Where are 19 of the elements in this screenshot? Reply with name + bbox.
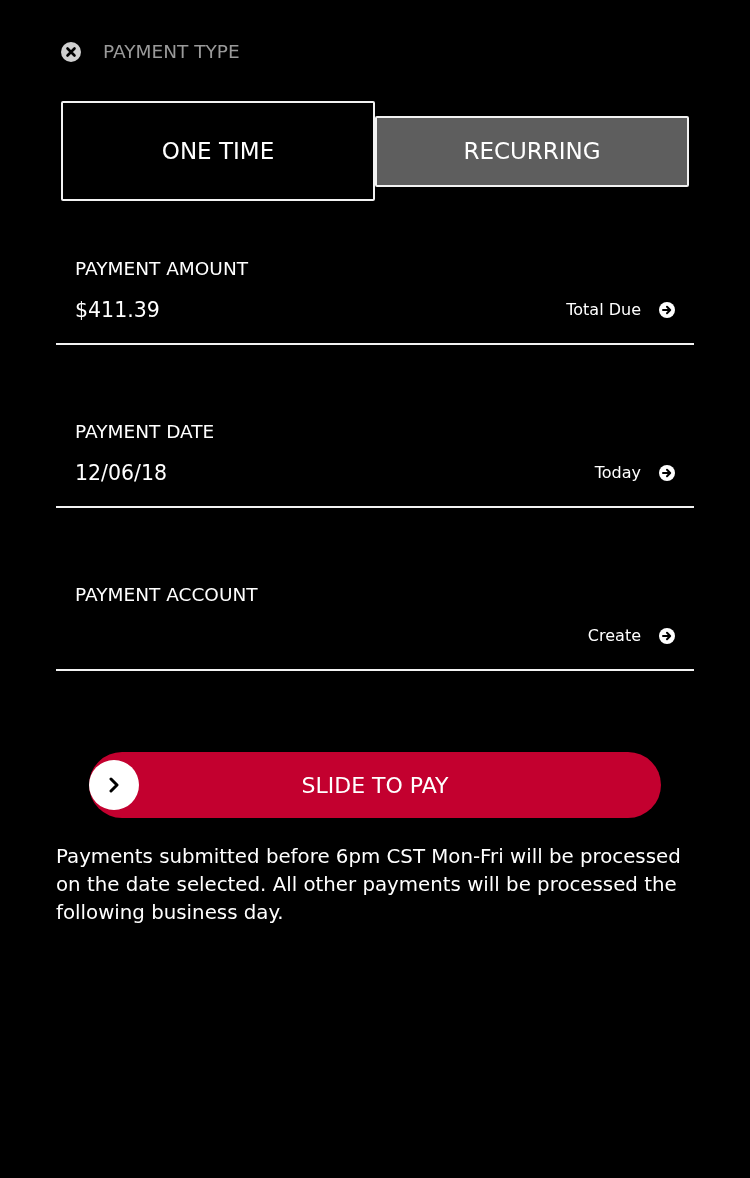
section-title: PAYMENT TYPE xyxy=(103,41,240,63)
disclaimer-text: Payments submitted before 6pm CST Mon-Fri will be processed on the date selected. All other payments will be processed the following business day. xyxy=(56,844,682,926)
close-icon[interactable] xyxy=(61,42,81,62)
field-label: PAYMENT AMOUNT xyxy=(75,259,250,279)
field-action-button[interactable]: Total Due xyxy=(566,300,675,320)
field-action-button[interactable]: Today xyxy=(594,463,675,483)
slide-to-pay-button[interactable]: SLIDE TO PAY xyxy=(89,752,661,818)
field-value: $411.39 xyxy=(75,297,160,324)
arrow-right-circle-icon xyxy=(659,628,675,644)
slide-handle[interactable] xyxy=(89,760,139,810)
field-value: 12/06/18 xyxy=(75,460,168,487)
field-label: PAYMENT DATE xyxy=(75,422,216,442)
field-action-button[interactable]: Create xyxy=(587,626,675,646)
arrow-right-circle-icon xyxy=(659,302,675,318)
tab[interactable]: ONE TIME xyxy=(61,101,375,201)
tab[interactable]: RECURRING xyxy=(375,115,689,187)
field-label: PAYMENT ACCOUNT xyxy=(75,585,259,605)
arrow-right-circle-icon xyxy=(659,465,675,481)
chevron-right-icon xyxy=(108,777,120,793)
